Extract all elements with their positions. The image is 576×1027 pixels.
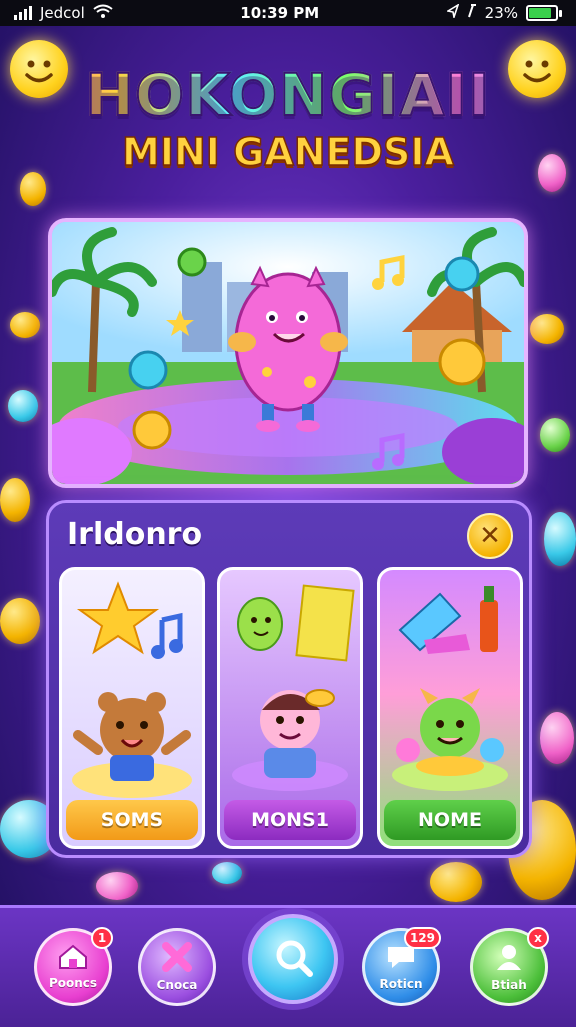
coin-decoration — [530, 314, 564, 344]
search-button[interactable] — [248, 914, 338, 1004]
coin-decoration — [540, 418, 570, 452]
nav-games-button[interactable]: Cnoca — [138, 928, 216, 1006]
status-time: 10:39 PM — [240, 4, 320, 22]
kid-illustration — [232, 584, 355, 791]
coin-decoration — [8, 390, 38, 422]
monster-illustration — [392, 586, 508, 791]
game-title: HOKONGIAII — [0, 62, 576, 128]
mode-selection-panel: Irldonro ✕ SOMS MONS1 NOME — [46, 500, 532, 858]
coin-decoration — [430, 862, 482, 902]
mode-card-1-label: SOMS — [66, 800, 198, 840]
status-left: Jedcol — [14, 4, 113, 22]
mode-card-3-label: NOME — [384, 800, 516, 840]
battery-icon — [526, 5, 562, 21]
cross-icon — [160, 942, 194, 976]
search-icon — [270, 934, 316, 984]
coin-decoration — [10, 312, 40, 338]
notification-badge: 1 — [91, 927, 113, 949]
game-title-block: HOKONGIAII MINI GANEDSIA — [0, 62, 576, 175]
bottom-navigation: Pooncs 1 Cnoca Roticn 129 Btiah x — [0, 905, 576, 1027]
mode-card-2-label: MONS1 — [224, 800, 356, 840]
notification-badge: 129 — [403, 927, 441, 949]
coin-decoration — [96, 872, 138, 900]
close-button[interactable]: ✕ — [467, 513, 513, 559]
mode-card-3[interactable]: NOME — [377, 567, 523, 849]
game-subtitle: MINI GANEDSIA — [121, 129, 454, 175]
coin-decoration — [0, 598, 40, 644]
battery-percent: 23% — [484, 4, 518, 22]
signal-icon — [14, 6, 32, 20]
notification-badge: x — [527, 927, 549, 949]
nav-chat-button[interactable]: Roticn 129 — [362, 927, 441, 1006]
nav-profile-label: Btiah — [491, 978, 527, 992]
nav-home-label: Pooncs — [48, 976, 98, 990]
mode-card-1[interactable]: SOMS — [59, 567, 205, 849]
mode-card-2[interactable]: MONS1 — [217, 567, 363, 849]
nav-home-button[interactable]: Pooncs 1 — [34, 927, 113, 1006]
coin-decoration — [20, 172, 46, 206]
bear-illustration — [72, 581, 192, 798]
data-icon — [467, 4, 477, 22]
wifi-icon — [93, 4, 113, 22]
carrier-name: Jedcol — [40, 4, 85, 22]
hero-scene-illustration — [52, 222, 524, 484]
hero-banner[interactable] — [48, 218, 528, 488]
coin-decoration — [540, 712, 574, 764]
status-right: 23% — [445, 3, 562, 22]
nav-profile-button[interactable]: Btiah x — [470, 927, 549, 1006]
profile-icon — [494, 942, 524, 976]
coin-decoration — [544, 512, 576, 566]
nav-chat-label: Roticn — [379, 977, 423, 991]
close-icon: ✕ — [479, 521, 501, 551]
coin-decoration — [212, 862, 242, 884]
coin-decoration — [0, 478, 30, 522]
location-icon — [445, 3, 460, 22]
status-bar: Jedcol 10:39 PM 23% — [0, 0, 576, 26]
home-icon — [57, 944, 89, 974]
panel-title: Irldonro — [67, 517, 203, 552]
nav-games-label: Cnoca — [156, 978, 198, 992]
